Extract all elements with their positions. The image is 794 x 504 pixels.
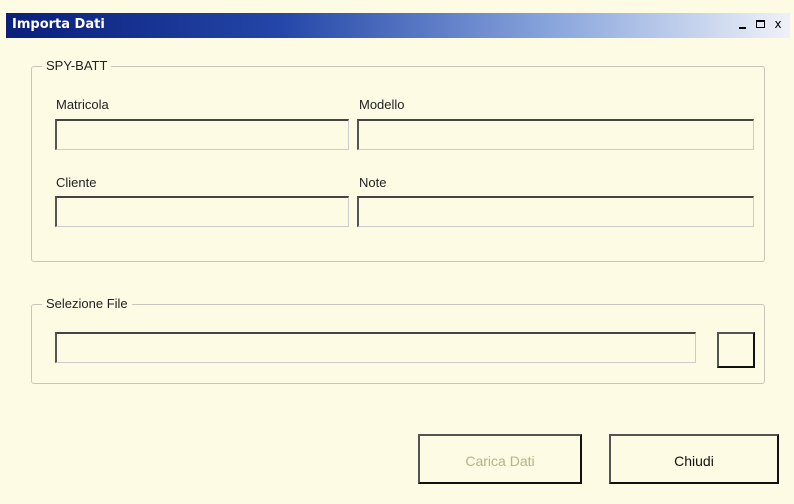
minimize-icon: [738, 27, 746, 29]
maximize-icon: [755, 20, 765, 28]
close-icon: x: [774, 17, 782, 31]
spy-batt-legend: SPY-BATT: [42, 58, 112, 73]
matricola-field[interactable]: [55, 119, 349, 150]
file-path-field[interactable]: [55, 332, 696, 363]
note-field[interactable]: [357, 196, 754, 227]
maximize-button[interactable]: [752, 17, 768, 32]
cliente-label: Cliente: [56, 175, 97, 190]
close-button[interactable]: x: [770, 17, 786, 32]
minimize-button[interactable]: [734, 17, 750, 32]
title-bar[interactable]: Importa Dati x: [6, 13, 790, 38]
file-selection-legend: Selezione File: [42, 296, 132, 311]
note-label: Note: [359, 175, 387, 190]
load-data-button[interactable]: Carica Dati: [418, 434, 582, 484]
window-title: Importa Dati: [12, 17, 105, 32]
modello-label: Modello: [359, 97, 405, 112]
spy-batt-group: SPY-BATT Matricola Modello Cliente Note: [31, 58, 765, 262]
import-window: Importa Dati x SPY-BATT Matricola Modell…: [0, 0, 794, 504]
matricola-label: Matricola: [56, 97, 109, 112]
file-selection-group: Selezione File: [31, 296, 765, 384]
modello-field[interactable]: [357, 119, 754, 150]
cliente-field[interactable]: [55, 196, 349, 227]
window-controls: x: [734, 17, 786, 32]
close-dialog-button[interactable]: Chiudi: [609, 434, 779, 484]
browse-button[interactable]: [717, 332, 755, 368]
